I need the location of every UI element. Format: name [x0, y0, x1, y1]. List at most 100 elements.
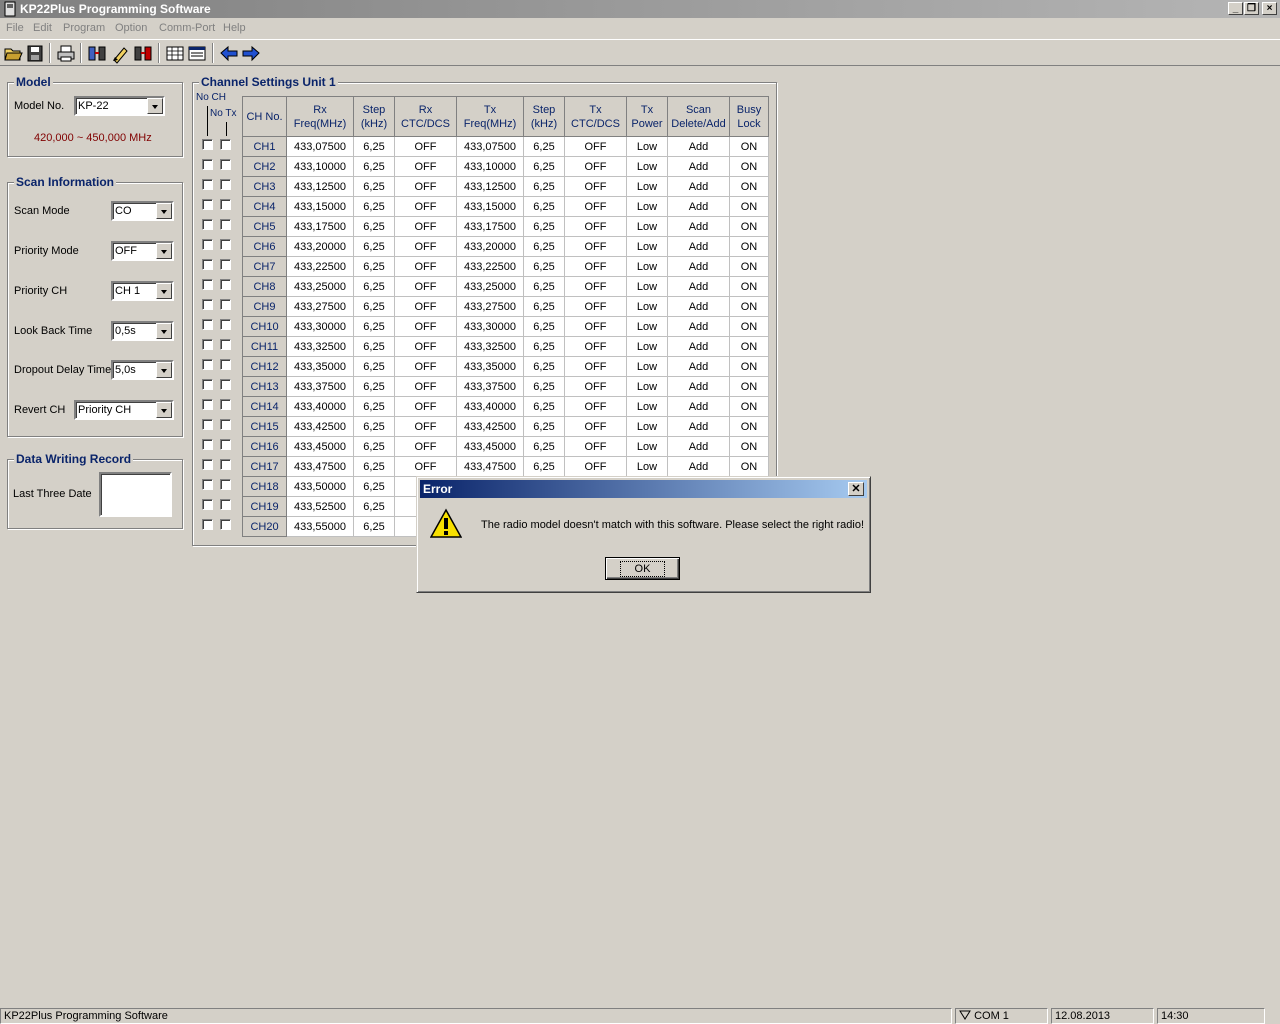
no-tx-checkbox[interactable]: [220, 379, 231, 390]
forward-button[interactable]: [240, 43, 262, 64]
table-cell[interactable]: Add: [667, 416, 730, 437]
no-tx-checkbox[interactable]: [220, 339, 231, 350]
clone-button[interactable]: [132, 43, 154, 64]
no-tx-checkbox[interactable]: [220, 499, 231, 510]
no-ch-checkbox[interactable]: [202, 259, 213, 270]
table-cell[interactable]: OFF: [394, 196, 457, 217]
table-cell[interactable]: ON: [729, 376, 769, 397]
last-three-date-field[interactable]: [99, 472, 172, 517]
menu-option[interactable]: Option: [115, 22, 147, 34]
no-ch-checkbox[interactable]: [202, 519, 213, 530]
table-cell[interactable]: 6,25: [353, 196, 395, 217]
no-tx-checkbox[interactable]: [220, 159, 231, 170]
table-cell[interactable]: 433,20000: [456, 236, 524, 257]
table-cell[interactable]: Add: [667, 156, 730, 177]
channel-number-cell[interactable]: CH13: [242, 376, 287, 397]
table-cell[interactable]: 433,30000: [456, 316, 524, 337]
table-cell[interactable]: ON: [729, 136, 769, 157]
revert-ch-select[interactable]: Priority CH: [74, 400, 174, 420]
table-cell[interactable]: 6,25: [353, 416, 395, 437]
table-cell[interactable]: 6,25: [523, 376, 565, 397]
table-cell[interactable]: ON: [729, 336, 769, 357]
no-ch-checkbox[interactable]: [202, 299, 213, 310]
channel-number-cell[interactable]: CH1: [242, 136, 287, 157]
table-cell[interactable]: 433,42500: [286, 416, 354, 437]
table-cell[interactable]: Low: [626, 416, 668, 437]
grid-view-button[interactable]: [164, 43, 186, 64]
table-cell[interactable]: 6,25: [353, 316, 395, 337]
channel-number-cell[interactable]: CH6: [242, 236, 287, 257]
menu-program[interactable]: Program: [63, 22, 105, 34]
table-cell[interactable]: 433,12500: [456, 176, 524, 197]
table-cell[interactable]: OFF: [564, 216, 627, 237]
chevron-down-icon[interactable]: [156, 283, 172, 299]
table-cell[interactable]: Low: [626, 296, 668, 317]
channel-number-cell[interactable]: CH18: [242, 476, 287, 497]
no-ch-checkbox[interactable]: [202, 359, 213, 370]
table-cell[interactable]: 6,25: [353, 336, 395, 357]
table-cell[interactable]: 433,35000: [286, 356, 354, 377]
table-cell[interactable]: 6,25: [353, 456, 395, 477]
no-tx-checkbox[interactable]: [220, 299, 231, 310]
table-cell[interactable]: OFF: [564, 456, 627, 477]
no-tx-checkbox[interactable]: [220, 419, 231, 430]
restore-button[interactable]: ❐: [1244, 2, 1259, 15]
channel-number-cell[interactable]: CH2: [242, 156, 287, 177]
table-cell[interactable]: OFF: [394, 436, 457, 457]
menu-edit[interactable]: Edit: [33, 22, 52, 34]
table-cell[interactable]: 433,42500: [456, 416, 524, 437]
table-cell[interactable]: 6,25: [523, 416, 565, 437]
table-cell[interactable]: 433,47500: [456, 456, 524, 477]
table-cell[interactable]: OFF: [394, 456, 457, 477]
no-tx-checkbox[interactable]: [220, 279, 231, 290]
table-cell[interactable]: 433,22500: [456, 256, 524, 277]
table-cell[interactable]: Low: [626, 356, 668, 377]
table-cell[interactable]: 433,17500: [286, 216, 354, 237]
table-cell[interactable]: ON: [729, 176, 769, 197]
table-cell[interactable]: 6,25: [353, 256, 395, 277]
table-cell[interactable]: OFF: [564, 436, 627, 457]
no-tx-checkbox[interactable]: [220, 139, 231, 150]
no-ch-checkbox[interactable]: [202, 439, 213, 450]
table-cell[interactable]: 433,52500: [286, 496, 354, 517]
table-cell[interactable]: 6,25: [523, 156, 565, 177]
no-tx-checkbox[interactable]: [220, 259, 231, 270]
table-cell[interactable]: Add: [667, 356, 730, 377]
print-button[interactable]: [55, 43, 77, 64]
table-cell[interactable]: 6,25: [523, 336, 565, 357]
channel-number-cell[interactable]: CH4: [242, 196, 287, 217]
no-ch-checkbox[interactable]: [202, 179, 213, 190]
table-cell[interactable]: Add: [667, 136, 730, 157]
table-cell[interactable]: ON: [729, 256, 769, 277]
table-cell[interactable]: OFF: [394, 276, 457, 297]
no-ch-checkbox[interactable]: [202, 159, 213, 170]
close-button[interactable]: ×: [1262, 2, 1277, 15]
no-ch-checkbox[interactable]: [202, 139, 213, 150]
table-cell[interactable]: 433,17500: [456, 216, 524, 237]
save-button[interactable]: [24, 43, 46, 64]
no-tx-checkbox[interactable]: [220, 239, 231, 250]
table-cell[interactable]: 6,25: [353, 376, 395, 397]
table-cell[interactable]: 6,25: [523, 316, 565, 337]
table-cell[interactable]: Add: [667, 276, 730, 297]
table-cell[interactable]: ON: [729, 276, 769, 297]
table-cell[interactable]: OFF: [394, 296, 457, 317]
table-cell[interactable]: Low: [626, 156, 668, 177]
table-cell[interactable]: 6,25: [353, 496, 395, 517]
table-cell[interactable]: 433,12500: [286, 176, 354, 197]
channel-number-cell[interactable]: CH10: [242, 316, 287, 337]
table-cell[interactable]: OFF: [564, 416, 627, 437]
table-cell[interactable]: 6,25: [523, 196, 565, 217]
table-cell[interactable]: 433,15000: [286, 196, 354, 217]
channel-number-cell[interactable]: CH11: [242, 336, 287, 357]
table-cell[interactable]: OFF: [394, 396, 457, 417]
table-cell[interactable]: 6,25: [523, 436, 565, 457]
table-cell[interactable]: 6,25: [523, 296, 565, 317]
write-radio-button[interactable]: [109, 43, 131, 64]
table-cell[interactable]: 6,25: [353, 516, 395, 537]
table-cell[interactable]: OFF: [564, 316, 627, 337]
scan-mode-select[interactable]: CO: [111, 201, 174, 221]
table-cell[interactable]: Add: [667, 336, 730, 357]
minimize-button[interactable]: _: [1228, 2, 1243, 15]
table-cell[interactable]: 433,32500: [456, 336, 524, 357]
